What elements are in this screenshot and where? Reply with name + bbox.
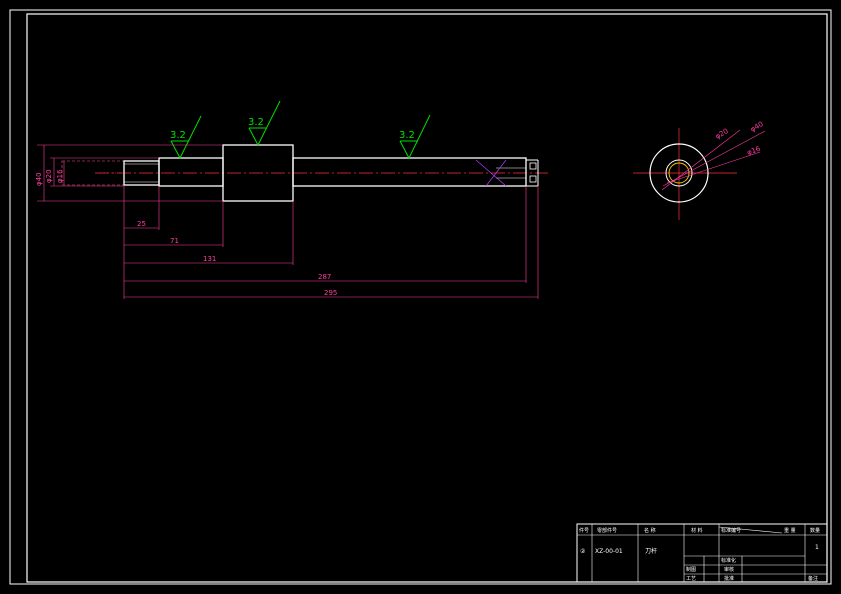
dim-71: 71 (170, 237, 179, 245)
dim-295: 295 (324, 289, 337, 297)
roughness-value-2: 3.2 (248, 117, 264, 128)
dim-diameter-16: φ16 (56, 169, 64, 183)
cad-drawing: 3.2 3.2 3.2 25 71 131 287 295 φ40 φ20 φ1… (9, 9, 832, 585)
tb-sign-approve: 批准 (724, 575, 734, 582)
tb-header-weight: 重 量 (784, 527, 796, 534)
section-dim-40: φ40 (749, 120, 765, 134)
dim-25: 25 (137, 220, 146, 228)
tb-header-drawing-no: 零部件号 (597, 527, 617, 534)
horizontal-dimension-texts: 25 71 131 287 295 (137, 220, 337, 297)
horizontal-dimensions (123, 186, 539, 299)
shaft-bore (61, 160, 125, 186)
tb-part-qty: 1 (815, 544, 819, 551)
shaft-view (61, 144, 548, 202)
dim-131: 131 (203, 255, 216, 263)
tb-header-qty: 数量 (810, 527, 820, 534)
tb-sign-remark: 备注 (808, 575, 818, 582)
tb-part-item-no: ② (580, 548, 586, 555)
title-block: 件号 零部件号 名 称 材 料 标准编号 重 量 数量 ② XZ-00-01 刀… (576, 523, 828, 583)
section-view (633, 128, 766, 220)
tb-header-standard: 标准编号 (721, 527, 741, 534)
tb-sign-process: 工艺 (686, 576, 696, 582)
section-dim-16: φ16 (746, 145, 762, 157)
tb-header-name: 名 称 (644, 527, 656, 534)
roughness-value-3: 3.2 (399, 130, 415, 141)
roughness-symbols: 3.2 3.2 3.2 (170, 100, 431, 160)
roughness-value-1: 3.2 (170, 130, 186, 141)
dim-diameter-20: φ20 (45, 169, 53, 183)
tb-sign-checker: 审核 (724, 566, 734, 573)
tb-sign-drawn: 制图 (686, 566, 696, 573)
inner-frame (26, 13, 828, 583)
tb-header-item-no: 件号 (579, 527, 589, 534)
dim-287: 287 (318, 273, 331, 281)
tb-sign-designer: 标准化 (721, 557, 736, 564)
shaft-second-section (158, 157, 224, 187)
tb-header-material: 材 料 (691, 527, 703, 534)
shaft-body (292, 157, 527, 187)
shaft-right-end (475, 159, 539, 187)
dim-diameter-40: φ40 (35, 172, 43, 186)
section-dim-20: φ20 (714, 127, 730, 141)
tb-part-name: 刀杆 (645, 547, 657, 555)
tb-part-drawing-no: XZ-00-01 (595, 548, 623, 555)
